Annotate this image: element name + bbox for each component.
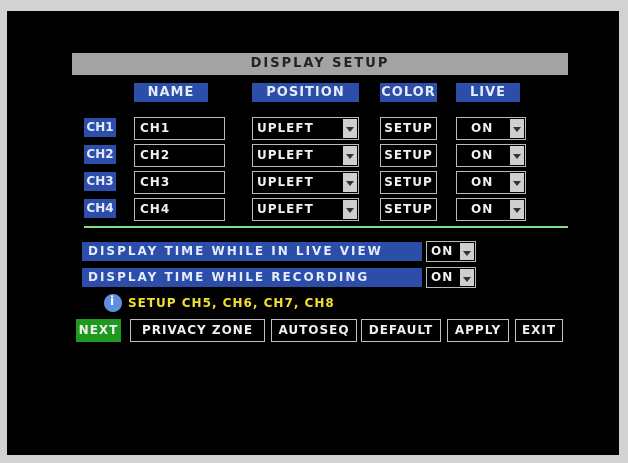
- autoseq-button[interactable]: AUTOSEQ: [271, 319, 357, 342]
- position-value: UPLEFT: [257, 121, 314, 135]
- chevron-down-icon: [510, 119, 524, 138]
- channel-label-ch4: CH4: [84, 199, 116, 218]
- chevron-down-icon: [510, 146, 524, 165]
- chevron-down-icon: [510, 200, 524, 219]
- page-title: DISPLAY SETUP: [72, 53, 568, 75]
- next-button[interactable]: NEXT: [76, 319, 121, 342]
- channel-name-input-ch4[interactable]: CH4: [134, 198, 225, 221]
- live-view-time-dropdown[interactable]: ON: [426, 241, 476, 262]
- recording-time-label: DISPLAY TIME WHILE RECORDING: [82, 268, 422, 287]
- header-name: NAME: [134, 83, 208, 102]
- chevron-down-icon: [460, 269, 474, 286]
- apply-button[interactable]: APPLY: [447, 319, 509, 342]
- channel-label-ch3: CH3: [84, 172, 116, 191]
- live-value: ON: [471, 202, 494, 216]
- channel-name-input-ch1[interactable]: CH1: [134, 117, 225, 140]
- setup-ch5-8-link[interactable]: SETUP CH5, CH6, CH7, CH8: [128, 294, 335, 312]
- live-value: ON: [471, 121, 494, 135]
- live-view-time-value: ON: [431, 244, 454, 258]
- color-setup-button-ch3[interactable]: SETUP: [380, 171, 437, 194]
- live-dropdown-ch2[interactable]: ON: [456, 144, 526, 167]
- dvr-screen: DISPLAY SETUP NAME POSITION COLOR LIVE C…: [7, 11, 619, 455]
- live-value: ON: [471, 148, 494, 162]
- channel-label-ch2: CH2: [84, 145, 116, 164]
- position-dropdown-ch2[interactable]: UPLEFT: [252, 144, 359, 167]
- chevron-down-icon: [343, 119, 357, 138]
- chevron-down-icon: [343, 146, 357, 165]
- header-color: COLOR: [380, 83, 437, 102]
- chevron-down-icon: [343, 200, 357, 219]
- position-dropdown-ch3[interactable]: UPLEFT: [252, 171, 359, 194]
- color-setup-button-ch4[interactable]: SETUP: [380, 198, 437, 221]
- section-divider: [84, 226, 568, 228]
- chevron-down-icon: [460, 243, 474, 260]
- color-setup-button-ch1[interactable]: SETUP: [380, 117, 437, 140]
- privacy-zone-button[interactable]: PRIVACY ZONE: [130, 319, 265, 342]
- position-value: UPLEFT: [257, 175, 314, 189]
- position-value: UPLEFT: [257, 202, 314, 216]
- recording-time-value: ON: [431, 270, 454, 284]
- channel-name-input-ch2[interactable]: CH2: [134, 144, 225, 167]
- default-button[interactable]: DEFAULT: [361, 319, 441, 342]
- live-dropdown-ch1[interactable]: ON: [456, 117, 526, 140]
- live-dropdown-ch4[interactable]: ON: [456, 198, 526, 221]
- live-value: ON: [471, 175, 494, 189]
- position-dropdown-ch4[interactable]: UPLEFT: [252, 198, 359, 221]
- info-icon: [104, 294, 122, 312]
- chevron-down-icon: [343, 173, 357, 192]
- header-live: LIVE: [456, 83, 520, 102]
- recording-time-dropdown[interactable]: ON: [426, 267, 476, 288]
- channel-label-ch1: CH1: [84, 118, 116, 137]
- header-position: POSITION: [252, 83, 359, 102]
- live-view-time-label: DISPLAY TIME WHILE IN LIVE VIEW: [82, 242, 422, 261]
- position-dropdown-ch1[interactable]: UPLEFT: [252, 117, 359, 140]
- live-dropdown-ch3[interactable]: ON: [456, 171, 526, 194]
- channel-name-input-ch3[interactable]: CH3: [134, 171, 225, 194]
- color-setup-button-ch2[interactable]: SETUP: [380, 144, 437, 167]
- position-value: UPLEFT: [257, 148, 314, 162]
- chevron-down-icon: [510, 173, 524, 192]
- exit-button[interactable]: EXIT: [515, 319, 563, 342]
